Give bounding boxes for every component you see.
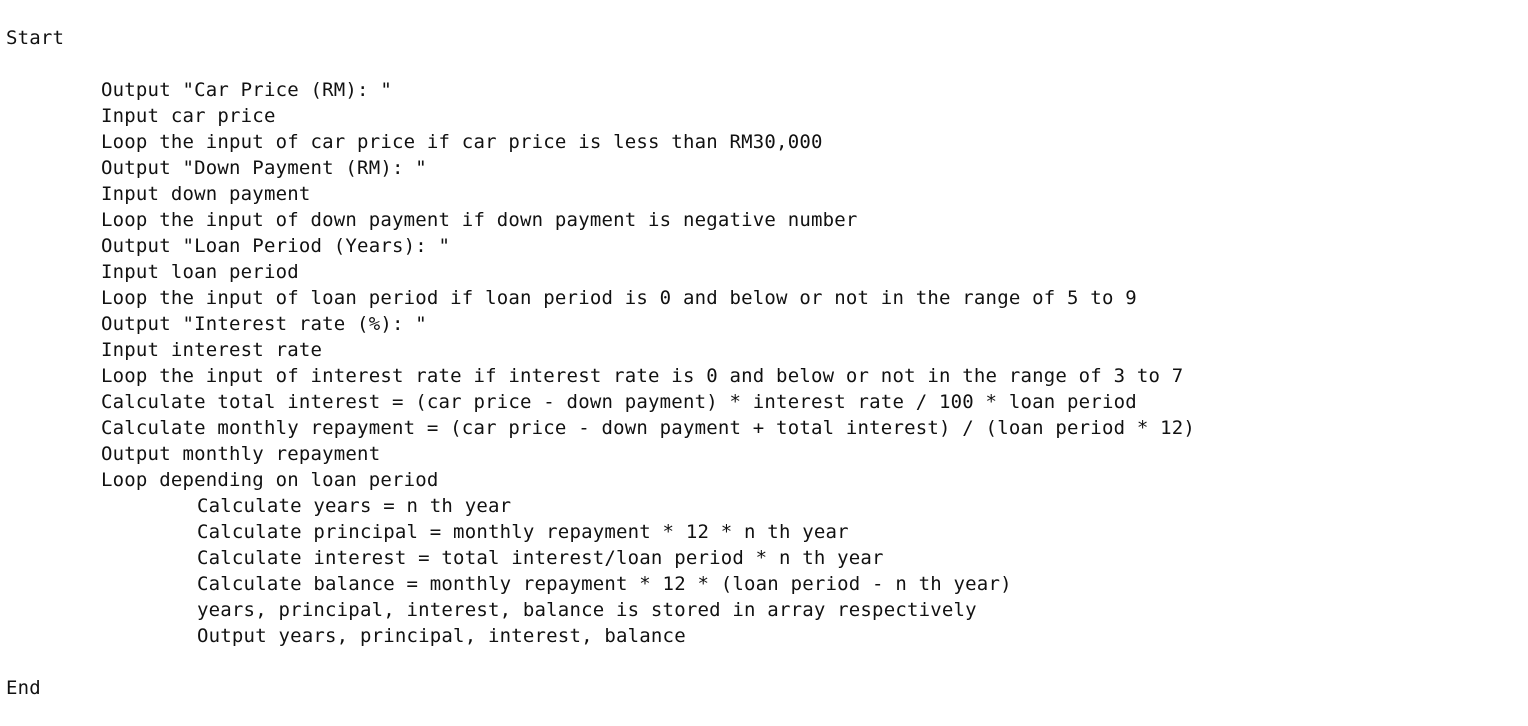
pseudocode-line: Loop depending on loan period: [101, 469, 439, 491]
start-keyword: Start: [6, 27, 65, 49]
pseudocode-line: Input interest rate: [101, 339, 323, 361]
pseudocode-line: Output "Down Payment (RM): ": [101, 157, 427, 179]
pseudocode-line: Input car price: [101, 105, 276, 127]
loop-body-line: years, principal, interest, balance is s…: [197, 599, 977, 621]
pseudocode-line: Input down payment: [101, 183, 311, 205]
pseudocode-line: Loop the input of car price if car price…: [101, 131, 823, 153]
loop-body-line: Calculate balance = monthly repayment * …: [197, 573, 1012, 595]
pseudocode-line: Input loan period: [101, 261, 299, 283]
pseudocode-line: Calculate total interest = (car price - …: [101, 391, 1137, 413]
pseudocode-line: Calculate monthly repayment = (car price…: [101, 417, 1196, 439]
pseudocode-line: Loop the input of down payment if down p…: [101, 209, 858, 231]
loop-body-line: Output years, principal, interest, balan…: [197, 625, 686, 647]
loop-body-line: Calculate years = n th year: [197, 495, 512, 517]
pseudocode-line: Output "Interest rate (%): ": [101, 313, 427, 335]
loop-body-line: Calculate interest = total interest/loan…: [197, 547, 884, 569]
pseudocode-document: Start Output "Car Price (RM): " Input ca…: [0, 0, 1528, 726]
pseudocode-line: Output "Car Price (RM): ": [101, 79, 392, 101]
pseudocode-line: Output "Loan Period (Years): ": [101, 235, 451, 257]
pseudocode-line: Loop the input of loan period if loan pe…: [101, 287, 1137, 309]
end-keyword: End: [6, 677, 41, 699]
pseudocode-line: Output monthly repayment: [101, 443, 381, 465]
loop-body-line: Calculate principal = monthly repayment …: [197, 521, 849, 543]
pseudocode-line: Loop the input of interest rate if inter…: [101, 365, 1184, 387]
